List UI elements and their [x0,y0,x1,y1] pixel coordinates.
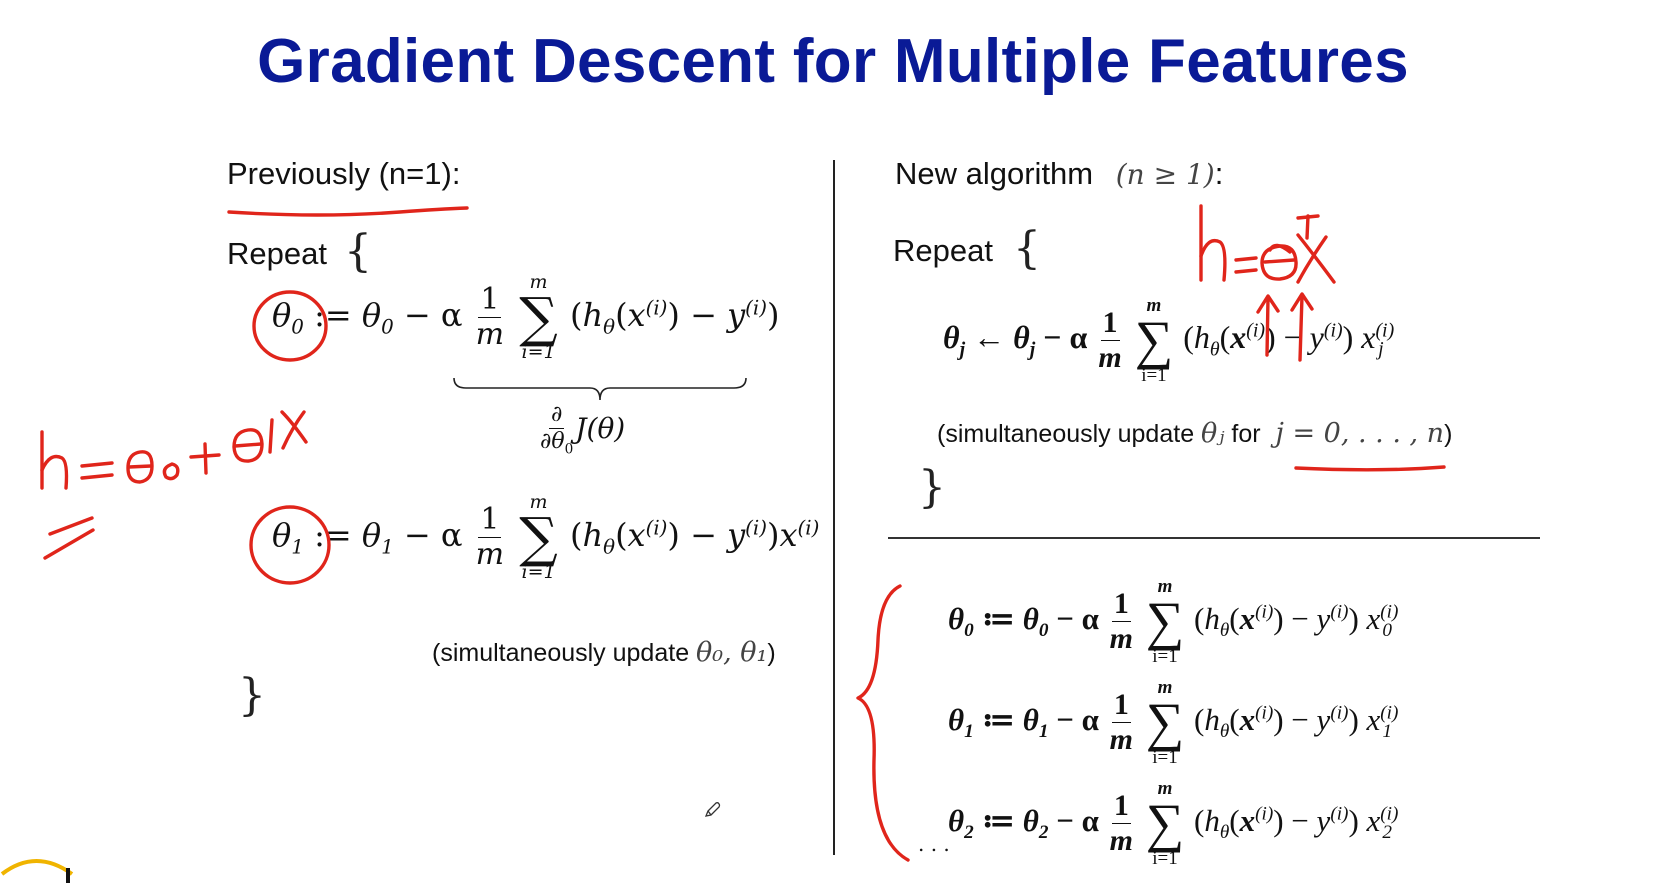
ink-double-stroke [48,516,94,536]
left-open-brace: { [344,226,372,277]
ink-big-brace [856,584,910,862]
expanded-rule-theta2: θ2 ≔ θ2 − α 1m m ∑ i=1 (hθ(x(i)) − y(i)) x… [948,778,1399,870]
right-open-brace: { [1013,223,1041,274]
general-update-rule: θj ← θj − α 1m m ∑ i=1 (hθ(x(i)) − y(i)) x… [943,295,1395,387]
update-rule-theta1: θ1 := θ1 − α 1m m ∑ i=1 (hθ(x(i)) − y(i))x… [272,491,820,584]
pencil-cursor-icon[interactable] [703,800,723,820]
university-logo [0,859,74,883]
left-repeat-label: Repeat [227,236,327,271]
right-repeat-label: Repeat [893,233,993,268]
section-divider [888,537,1540,539]
partial-derivative: ∂ ∂θ0 J(θ) [540,402,626,458]
expanded-rule-theta1: θ1 ≔ θ1 − α 1m m ∑ i=1 (hθ(x(i)) − y(i)) x… [948,677,1399,769]
ink-underline-range [1294,465,1446,472]
right-simultaneous-note: (simultaneously update θⱼ for j = 0, . .… [937,418,1453,449]
column-divider [833,160,835,855]
left-close-brace: } [238,670,266,721]
underbrace [453,377,747,401]
ink-underline-previously [227,206,469,217]
ink-left-hypothesis [40,410,308,490]
ink-right-hypothesis [1199,204,1336,284]
lecture-slide: Gradient Descent for Multiple Features P… [0,0,1666,883]
expanded-rule-theta0: θ0 ≔ θ0 − α 1m m ∑ i=1 (hθ(x(i)) − y(i)) x… [948,576,1399,668]
continuation-ellipsis: . . . [918,832,950,856]
update-rule-theta0: θ0 := θ0 − α 1m m∑i=1 ((hhθ(x(i)) − y(i)… [272,271,780,364]
right-close-brace: } [918,462,946,513]
left-heading: Previously (n=1): [227,156,461,191]
right-heading: New algorithm (n ≥ 1): [895,156,1224,191]
left-simultaneous-note: (simultaneously update θ₀, θ₁) [432,637,776,668]
slide-title: Gradient Descent for Multiple Features [257,27,1409,96]
